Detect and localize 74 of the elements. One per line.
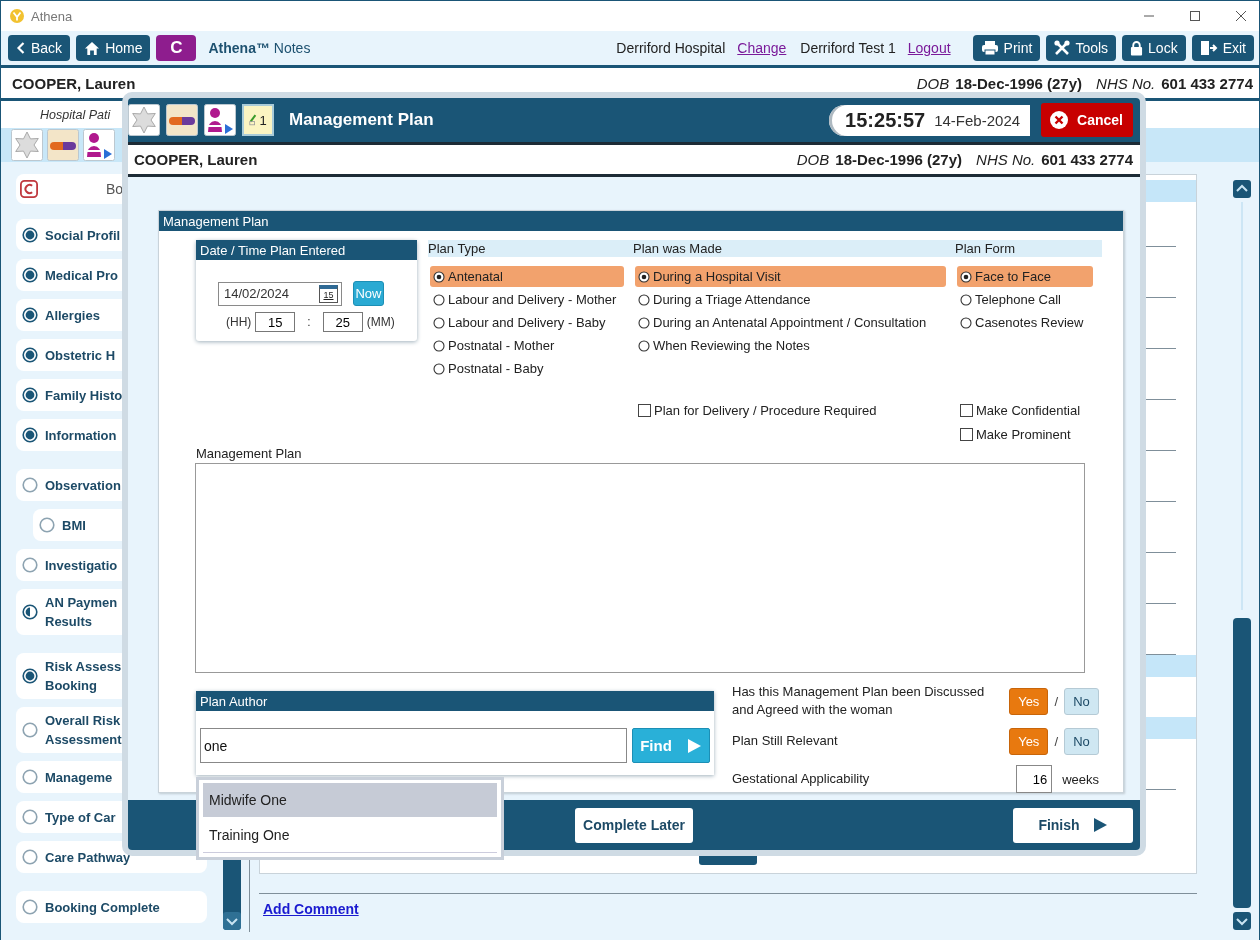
window-title: Athena	[31, 8, 73, 24]
dialog-title: Management Plan	[289, 110, 434, 130]
dob-label: DOB	[916, 74, 950, 92]
dob-value: 18-Dec-1996 (27y)	[955, 74, 1083, 92]
group-heading: Plan Type	[428, 240, 633, 257]
hours-field[interactable]: 15	[255, 312, 296, 332]
clock-date: 14-Feb-2024	[934, 111, 1021, 129]
radio-option[interactable]: Labour and Delivery - Mother	[430, 289, 624, 310]
calendar-button[interactable]: 15	[319, 284, 338, 303]
radio-option[interactable]: Postnatal - Mother	[430, 335, 624, 356]
radio-option[interactable]: Antenatal	[430, 266, 624, 287]
minutes-field[interactable]: 25	[322, 312, 363, 332]
suggestion-item[interactable]: Midwife One	[203, 783, 497, 818]
dob-value: 18-Dec-1996 (27y)	[835, 151, 963, 168]
card-title: Plan Author	[196, 691, 714, 711]
group-heading: Plan was Made	[633, 240, 955, 257]
question-label: Plan Still Relevant	[732, 732, 839, 750]
choice-button[interactable]: No	[1064, 727, 1099, 755]
notepad-button[interactable]: 1	[242, 104, 274, 136]
separator-text: :	[307, 315, 311, 329]
question-label: Gestational Applicability	[732, 770, 871, 788]
complete-later-button[interactable]: Complete Later	[575, 807, 693, 843]
suggestion-item[interactable]: Training One	[203, 818, 497, 853]
cancel-button[interactable]: Cancel	[1041, 103, 1133, 137]
c-button[interactable]: C	[156, 35, 197, 61]
separator-text: /	[1054, 693, 1058, 709]
hospital-name: Derriford Hospital	[616, 40, 726, 56]
radio-option[interactable]: Casenotes Review	[957, 312, 1093, 333]
radio-option[interactable]: During an Antenatal Appointment / Consultation	[635, 312, 946, 333]
checkbox-option[interactable]: Make Prominent	[960, 422, 1102, 446]
checkbox-option[interactable]: Plan for Delivery / Procedure Required	[638, 398, 955, 422]
user-name: Derriford Test 1	[800, 40, 896, 56]
patient-name: COOPER, Lauren	[12, 74, 136, 92]
weeks-field[interactable]: 16	[1016, 765, 1053, 793]
add-comment-link[interactable]: Add Comment	[263, 901, 359, 917]
tools-button[interactable]: Tools	[1046, 35, 1117, 61]
unit-label: weeks	[1062, 771, 1099, 787]
exit-button[interactable]: Exit	[1191, 35, 1254, 61]
finish-button[interactable]: Finish	[1013, 807, 1133, 843]
radio-option[interactable]: Face to Face	[957, 266, 1093, 287]
card-title: Date / Time Plan Entered	[196, 240, 417, 260]
radio-option[interactable]: Postnatal - Baby	[430, 358, 624, 379]
minutes-label: (MM)	[366, 315, 395, 329]
hours-label: (HH)	[226, 315, 252, 329]
section-title: Hospital Pati	[40, 107, 111, 122]
lock-button[interactable]: Lock	[1122, 35, 1186, 61]
radio-option[interactable]: Telephone Call	[957, 289, 1093, 310]
nhs-label: NHS No.	[1096, 74, 1156, 92]
nhs-number: 601 433 2774	[1041, 151, 1133, 168]
dob-label: DOB	[796, 151, 830, 168]
print-button[interactable]: Print	[972, 35, 1041, 61]
nhs-label: NHS No.	[976, 151, 1036, 168]
logout-link[interactable]: Logout	[907, 40, 951, 56]
choice-button[interactable]: No	[1064, 687, 1099, 715]
separator-text: /	[1054, 733, 1058, 749]
patient-name: COOPER, Lauren	[134, 151, 258, 168]
radio-option[interactable]: Labour and Delivery - Baby	[430, 312, 624, 333]
radio-option[interactable]: During a Triage Attendance	[635, 289, 946, 310]
checkbox-option[interactable]: Make Confidential	[960, 398, 1102, 422]
home-button[interactable]: Home	[76, 35, 151, 61]
back-button[interactable]: Back	[8, 35, 71, 61]
clock-time: 15:25:57	[845, 108, 926, 132]
header-text: Bo	[106, 181, 124, 197]
author-search-field[interactable]: one	[200, 728, 627, 763]
panel-title: Management Plan	[159, 211, 1123, 231]
radio-option[interactable]: During a Hospital Visit	[635, 266, 946, 287]
sidebar-item[interactable]: Booking Complete	[16, 891, 207, 923]
nhs-number: 601 433 2774	[1161, 74, 1253, 92]
question-label: Has this Management Plan been Discussed and Agreed with the woman	[732, 683, 986, 719]
group-heading: Plan Form	[955, 240, 1102, 257]
radio-option[interactable]: When Reviewing the Notes	[635, 335, 946, 356]
date-field[interactable]: 14/02/2024 15	[218, 281, 342, 306]
change-link[interactable]: Change	[737, 40, 787, 56]
app-title: Athena™ Notes	[208, 40, 311, 56]
